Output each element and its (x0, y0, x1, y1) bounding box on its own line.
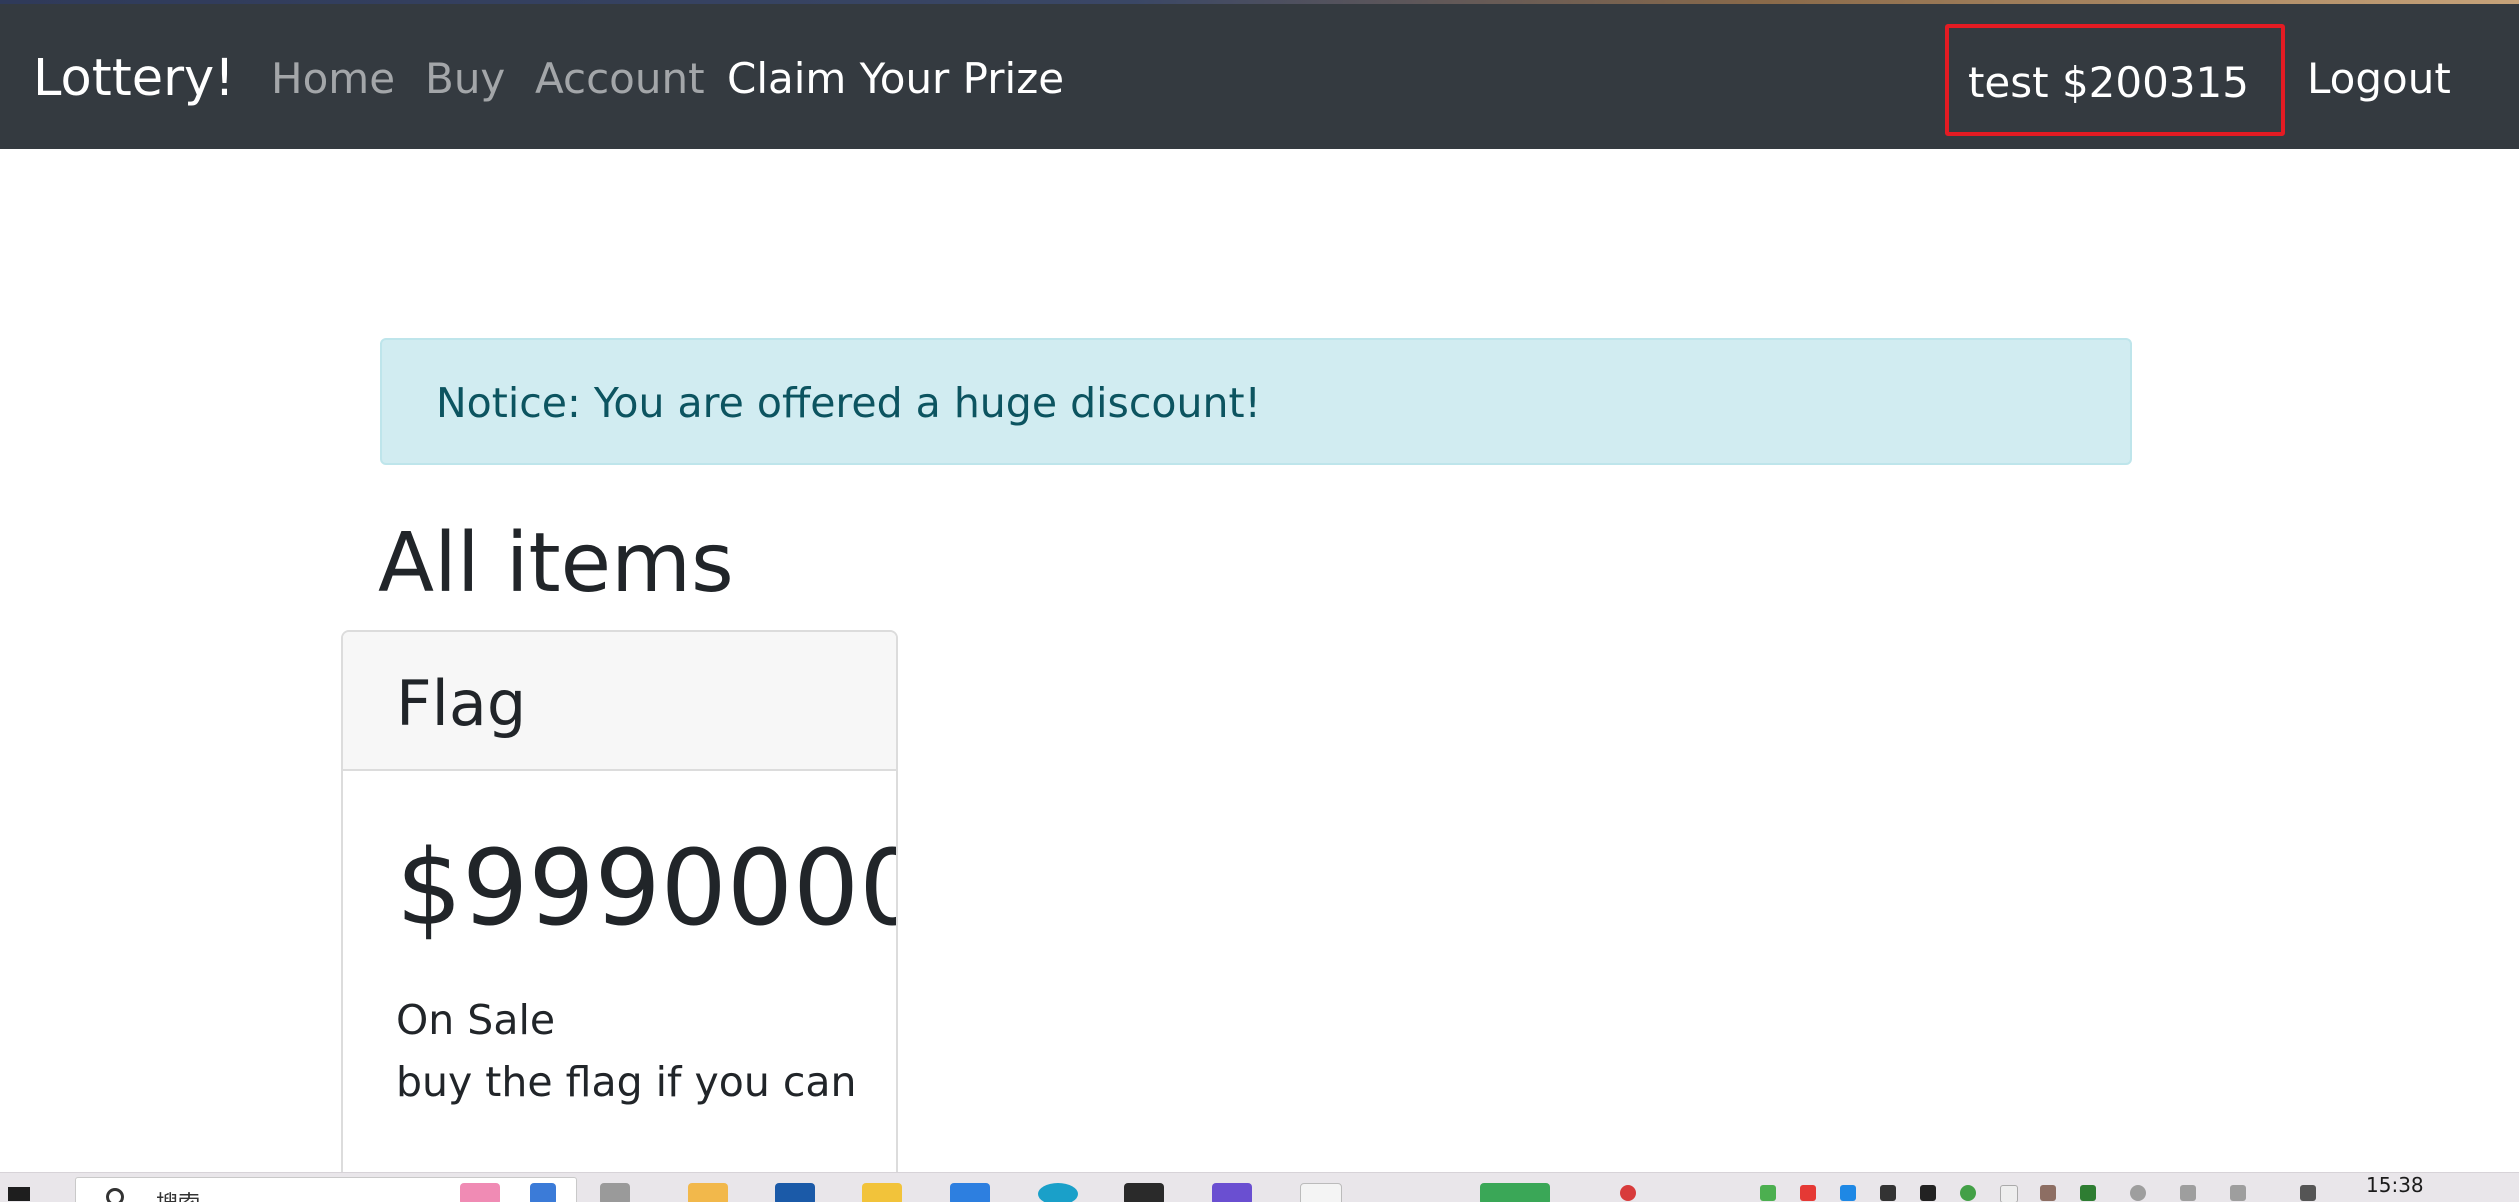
tray-icon-5[interactable] (1920, 1185, 1936, 1201)
tray-icon-6[interactable] (1960, 1185, 1976, 1201)
notice-alert: Notice: You are offered a huge discount! (380, 338, 2132, 465)
taskbar-clock[interactable]: 15:38 (2366, 1173, 2424, 1197)
terminal-icon[interactable] (1124, 1183, 1164, 1202)
nav-link-home[interactable]: Home (271, 51, 395, 107)
nav-link-account[interactable]: Account (535, 51, 705, 107)
battery-widget-icon[interactable] (1480, 1183, 1550, 1202)
volume-icon[interactable] (2230, 1185, 2246, 1201)
tray-icon-3[interactable] (1840, 1185, 1856, 1201)
input-method-icon[interactable] (2300, 1185, 2316, 1201)
navbar: Lottery! Home Buy Account Claim Your Pri… (0, 4, 2519, 149)
item-card: Flag $9990000 On Sale buy the flag if yo… (341, 630, 898, 1202)
windows-start-icon[interactable] (8, 1187, 30, 1201)
mail-icon[interactable] (775, 1183, 815, 1202)
taskbar-search-placeholder: 搜索 (156, 1186, 200, 1202)
flower-icon[interactable] (460, 1183, 500, 1202)
text-editor-icon[interactable] (1300, 1183, 1342, 1202)
taskbar-search-box[interactable]: 搜索 (75, 1177, 577, 1202)
app-icon[interactable] (1212, 1183, 1252, 1202)
weather-alert-icon[interactable] (1620, 1185, 1636, 1201)
brush-icon[interactable] (530, 1183, 556, 1202)
edge-icon[interactable] (1038, 1183, 1078, 1202)
nav-link-buy[interactable]: Buy (425, 51, 505, 107)
tray-icon-4[interactable] (1880, 1185, 1896, 1201)
tray-icon-1[interactable] (1760, 1185, 1776, 1201)
file-explorer-icon[interactable] (688, 1183, 728, 1202)
photos-icon[interactable] (862, 1183, 902, 1202)
page-title: All items (378, 516, 734, 611)
item-title: Flag (396, 667, 527, 740)
send-icon[interactable] (950, 1183, 990, 1202)
highlight-box: test $200315 (1945, 24, 2285, 136)
item-price: $9990000 (396, 827, 898, 949)
tray-icon-2[interactable] (1800, 1185, 1816, 1201)
tray-icon-7[interactable] (2000, 1185, 2018, 1202)
tray-icon-10[interactable] (2180, 1185, 2196, 1201)
item-description: buy the flag if you can (396, 1058, 857, 1106)
tray-icon-8[interactable] (2040, 1185, 2056, 1201)
card-header: Flag (343, 632, 896, 771)
page: Lottery! Home Buy Account Claim Your Pri… (0, 0, 2519, 1202)
search-icon (106, 1188, 124, 1202)
item-status: On Sale (396, 996, 556, 1044)
task-view-icon[interactable] (600, 1183, 630, 1202)
os-taskbar: 搜索 15:38 (0, 1172, 2519, 1202)
brand-link[interactable]: Lottery! (33, 49, 235, 109)
shield-icon[interactable] (2130, 1185, 2146, 1201)
logout-link[interactable]: Logout (2307, 51, 2451, 107)
tray-icon-9[interactable] (2080, 1185, 2096, 1201)
user-balance-link[interactable]: test $200315 (1968, 55, 2249, 111)
nav-link-claim-prize[interactable]: Claim Your Prize (727, 51, 1064, 107)
